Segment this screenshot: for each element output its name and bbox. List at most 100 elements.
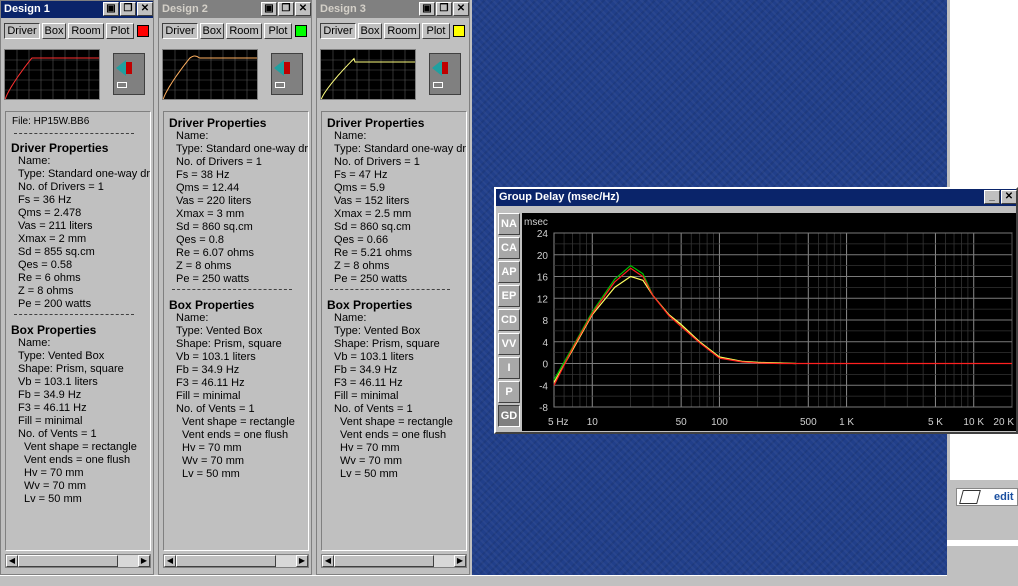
tab-plot[interactable]: Plot [422,23,450,39]
close-icon[interactable]: ✕ [137,2,153,16]
driver-property: Z = 8 ohms [334,260,390,272]
scroll-thumb[interactable] [334,555,434,567]
response-thumbnail [4,49,100,100]
plot-button-na[interactable]: NA [498,213,520,235]
properties-list: Driver Properties Name: Type: Standard one… [321,111,467,551]
plot-button-gd[interactable]: GD [498,405,520,427]
design-panel-2[interactable]: Design 2 ▣ ❐ ✕ Driver Box Room Plot Driver … [158,0,312,575]
copy-icon[interactable]: ❐ [120,2,136,16]
file-name: File: HP15W.BB6 [12,116,90,127]
horizontal-scrollbar[interactable]: ◀ ▶ [5,554,151,568]
tab-box[interactable]: Box [200,23,224,39]
tab-room[interactable]: Room [384,23,420,39]
y-tick-label: 16 [537,273,549,284]
plot-button-p[interactable]: P [498,381,520,403]
scroll-left-arrow-icon[interactable]: ◀ [164,555,176,567]
plot-button-ap[interactable]: AP [498,261,520,283]
plot-button-vv[interactable]: VV [498,333,520,355]
tab-driver[interactable]: Driver [320,23,356,39]
y-tick-label: 4 [542,338,548,349]
group-delay-title-bar[interactable]: Group Delay (msec/Hz) _ ✕ [496,189,1017,206]
driver-property: No. of Drivers = 1 [18,181,104,193]
y-tick-label: 8 [542,316,548,327]
panel-title-bar[interactable]: Design 3 ▣ ❐ ✕ [317,1,469,18]
box-property: Type: Vented Box [334,325,421,337]
driver-property: Qms = 5.9 [334,182,386,194]
driver-property: Re = 6.07 ohms [176,247,254,259]
box-property: Fill = minimal [176,390,241,402]
scroll-left-arrow-icon[interactable]: ◀ [6,555,18,567]
minimize-button[interactable]: _ [984,190,1000,204]
box-properties-heading: Box Properties [169,298,255,312]
tab-plot[interactable]: Plot [106,23,134,39]
scroll-right-arrow-icon[interactable]: ▶ [138,555,150,567]
save-icon[interactable]: ▣ [261,2,277,16]
plot-button-i[interactable]: I [498,357,520,379]
driver-property: Name: [334,130,367,142]
driver-property: Pe = 200 watts [18,298,92,310]
box-property: Lv = 50 mm [24,493,82,505]
scroll-left-arrow-icon[interactable]: ◀ [322,555,334,567]
box-property: Fb = 34.9 Hz [18,389,82,401]
box-properties-heading: Box Properties [327,298,413,312]
close-button[interactable]: ✕ [1001,190,1017,204]
driver-properties-heading: Driver Properties [11,141,109,155]
x-tick-label: 50 [676,417,688,428]
box-property: F3 = 46.11 Hz [176,377,245,389]
driver-property: Fs = 47 Hz [334,169,388,181]
copy-icon[interactable]: ❐ [436,2,452,16]
panel-title: Design 3 [320,3,366,15]
tab-driver[interactable]: Driver [162,23,198,39]
plot-button-ep[interactable]: EP [498,285,520,307]
box-property: Wv = 70 mm [182,455,245,467]
scroll-thumb[interactable] [18,555,118,567]
horizontal-scrollbar[interactable]: ◀ ▶ [163,554,309,568]
plot-button-ca[interactable]: CA [498,237,520,259]
driver-property: Type: Standard one-way driv [176,143,309,155]
y-tick-label: 24 [537,229,549,240]
plot-button-cd[interactable]: CD [498,309,520,331]
driver-property: Z = 8 ohms [176,260,232,272]
plot-color-swatch[interactable] [295,25,307,37]
y-unit-label: msec [524,217,548,228]
tab-box[interactable]: Box [42,23,66,39]
save-icon[interactable]: ▣ [103,2,119,16]
edit-button-label: edit [994,491,1014,503]
driver-property: No. of Drivers = 1 [176,156,262,168]
close-icon[interactable]: ✕ [453,2,469,16]
panel-title-bar[interactable]: Design 1 ▣ ❐ ✕ [1,1,153,18]
x-tick-label: 5 K [928,417,943,428]
tab-room[interactable]: Room [226,23,262,39]
tab-plot[interactable]: Plot [264,23,292,39]
driver-property: Vas = 211 liters [18,220,93,232]
plot-color-swatch[interactable] [137,25,149,37]
close-icon[interactable]: ✕ [295,2,311,16]
scroll-right-arrow-icon[interactable]: ▶ [296,555,308,567]
panel-title-bar[interactable]: Design 2 ▣ ❐ ✕ [159,1,311,18]
driver-property: Re = 5.21 ohms [334,247,412,259]
box-property: Name: [176,312,209,324]
horizontal-scrollbar[interactable]: ◀ ▶ [321,554,467,568]
driver-property: Vas = 220 liters [176,195,252,207]
speaker-box-icon [429,53,461,95]
tab-driver[interactable]: Driver [4,23,40,39]
save-icon[interactable]: ▣ [419,2,435,16]
box-property: Hv = 70 mm [24,467,84,479]
scroll-thumb[interactable] [176,555,276,567]
edit-button[interactable]: edit [956,488,1018,506]
design-panel-3[interactable]: Design 3 ▣ ❐ ✕ Driver Box Room Plot Driver … [316,0,470,575]
plot-color-swatch[interactable] [453,25,465,37]
group-delay-window[interactable]: Group Delay (msec/Hz) _ ✕ NA CA AP EP CD VV I P… [494,187,1018,434]
driver-property: Pe = 250 watts [176,273,250,285]
box-property: Vb = 103.1 liters [176,351,256,363]
box-property: No. of Vents = 1 [176,403,255,415]
box-property: Vent ends = one flush [24,454,131,466]
tab-box[interactable]: Box [358,23,382,39]
copy-icon[interactable]: ❐ [278,2,294,16]
design-panel-1[interactable]: Design 1 ▣ ❐ ✕ Driver Box Room Plot File: H… [0,0,154,575]
driver-property: Vas = 152 liters [334,195,410,207]
scroll-right-arrow-icon[interactable]: ▶ [454,555,466,567]
box-property: Shape: Prism, square [18,363,124,375]
tab-room[interactable]: Room [68,23,104,39]
driver-property: Qes = 0.58 [18,259,73,271]
